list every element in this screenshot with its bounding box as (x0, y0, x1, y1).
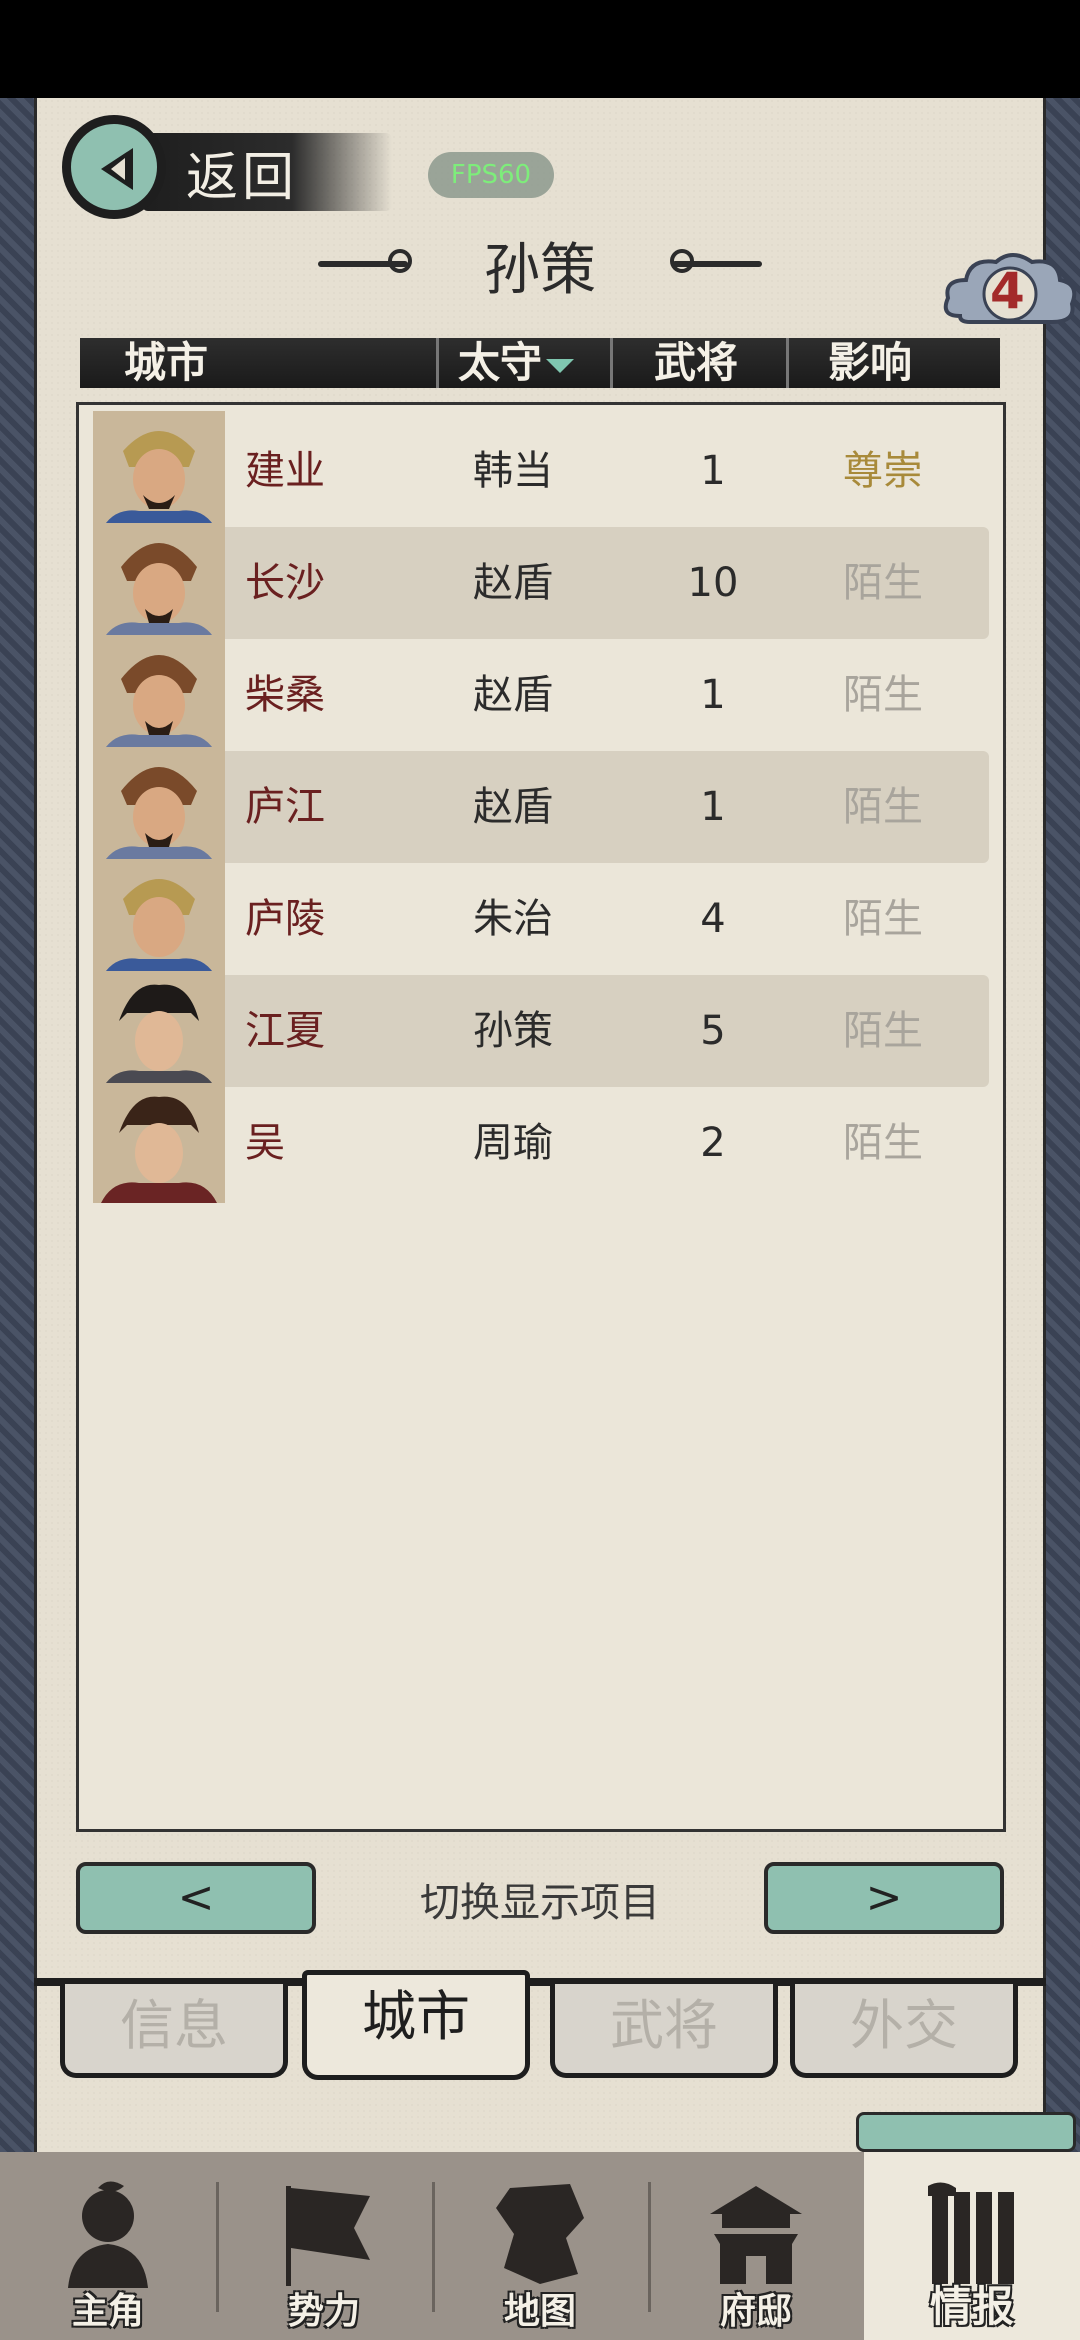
status-bar (0, 0, 1080, 98)
general-count: 1 (700, 448, 726, 494)
influence-value: 陌生 (843, 672, 923, 718)
governor-name: 孙策 (473, 1008, 553, 1054)
mansion-icon (710, 2186, 802, 2284)
city-name: 柴桑 (245, 672, 325, 718)
badge-count: 4 (990, 262, 1025, 320)
general-portrait (93, 971, 225, 1091)
city-name: 吴 (245, 1120, 285, 1166)
city-list: 建业 韩当 1 尊崇 长沙 赵盾 10 陌生 柴桑 赵盾 1 陌生 庐江 赵盾 … (76, 402, 1006, 1832)
prev-column-button[interactable]: < (76, 1862, 316, 1934)
influence-value: 陌生 (843, 1120, 923, 1166)
general-count: 4 (700, 896, 726, 942)
influence-value: 陌生 (843, 896, 923, 942)
frame-border-left (0, 98, 34, 2153)
col-generals[interactable]: 武将 (654, 338, 738, 388)
general-portrait (93, 747, 225, 867)
governor-name: 赵盾 (473, 560, 553, 606)
general-portrait (93, 411, 225, 531)
table-row[interactable]: 庐陵 朱治 4 陌生 (93, 859, 989, 979)
scroll-icon (928, 2182, 1014, 2284)
general-count: 1 (700, 672, 726, 718)
nav-label: 府邸 (719, 2291, 792, 2332)
general-count: 5 (700, 1008, 726, 1054)
table-row[interactable]: 柴桑 赵盾 1 陌生 (93, 635, 989, 755)
next-column-button[interactable]: > (764, 1862, 1004, 1934)
table-header: 城市 太守 武将 影响 (80, 338, 1000, 388)
tab-generals[interactable]: 武将 (550, 1984, 778, 2078)
governor-name: 韩当 (473, 448, 553, 494)
switch-display-label: 切换显示项目 (420, 1880, 660, 1926)
frame-border-right (1046, 98, 1080, 2153)
nav-intel[interactable]: 情报 (864, 2152, 1080, 2340)
table-row[interactable]: 江夏 孙策 5 陌生 (93, 971, 989, 1091)
scroll-decoration (856, 2112, 1076, 2152)
governor-name: 朱治 (473, 896, 553, 942)
table-row[interactable]: 建业 韩当 1 尊崇 (93, 411, 989, 531)
city-name: 长沙 (245, 560, 325, 606)
col-city[interactable]: 城市 (124, 338, 208, 388)
nav-mansion[interactable]: 府邸 (648, 2152, 864, 2340)
general-portrait (93, 523, 225, 643)
col-governor[interactable]: 太守 (458, 338, 575, 388)
tab-city[interactable]: 城市 (302, 1970, 530, 2080)
city-name: 江夏 (245, 1008, 325, 1054)
tab-diplomacy[interactable]: 外交 (790, 1984, 1018, 2078)
influence-value: 陌生 (843, 1008, 923, 1054)
nav-label: 地图 (503, 2291, 576, 2332)
general-portrait (93, 859, 225, 979)
sort-desc-icon (546, 358, 575, 373)
nav-protagonist[interactable]: 主角 (0, 2152, 216, 2340)
nav-label: 情报 (929, 2282, 1014, 2331)
tab-info[interactable]: 信息 (60, 1984, 288, 2078)
back-button[interactable]: 返回 (62, 115, 392, 225)
nav-label: 主角 (71, 2291, 144, 2332)
table-row[interactable]: 吴 周瑜 2 陌生 (93, 1083, 989, 1203)
table-row[interactable]: 庐江 赵盾 1 陌生 (93, 747, 989, 867)
map-icon (496, 2184, 584, 2284)
faction-title: 孙策 (300, 225, 780, 305)
bottom-nav: 主角 势力 地图 府邸 情报 (0, 2152, 1080, 2340)
general-count: 1 (700, 784, 726, 830)
nav-faction[interactable]: 势力 (216, 2152, 432, 2340)
influence-value: 尊崇 (843, 448, 923, 494)
cloud-badge[interactable]: 4 (940, 246, 1080, 342)
fps-counter: FPS60 (428, 152, 554, 198)
back-arrow-icon (62, 115, 166, 219)
nav-label: 势力 (287, 2291, 360, 2332)
back-label: 返回 (186, 148, 299, 208)
governor-name: 周瑜 (473, 1120, 553, 1166)
flag-icon (286, 2186, 370, 2286)
table-row[interactable]: 长沙 赵盾 10 陌生 (93, 523, 989, 643)
city-name: 庐江 (245, 784, 325, 830)
influence-value: 陌生 (843, 784, 923, 830)
general-count: 2 (700, 1120, 726, 1166)
general-portrait (93, 1083, 225, 1203)
nav-map[interactable]: 地图 (432, 2152, 648, 2340)
col-influence[interactable]: 影响 (828, 338, 912, 388)
governor-name: 赵盾 (473, 784, 553, 830)
influence-value: 陌生 (843, 560, 923, 606)
city-name: 庐陵 (245, 896, 325, 942)
governor-name: 赵盾 (473, 672, 553, 718)
hero-icon (68, 2181, 148, 2288)
general-portrait (93, 635, 225, 755)
city-name: 建业 (245, 448, 325, 494)
general-count: 10 (687, 560, 739, 606)
